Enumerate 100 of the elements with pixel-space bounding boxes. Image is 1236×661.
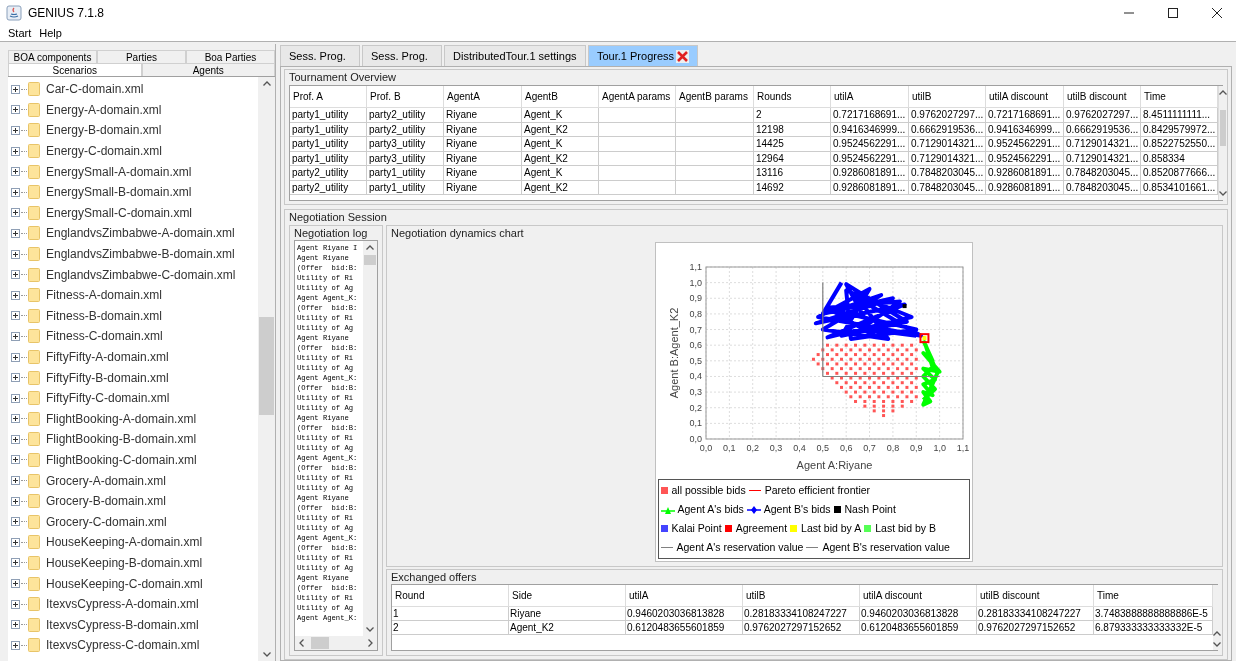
table-cell: party1_utility [367, 166, 444, 181]
y-axis-title: Agent B:Agent_K2 [667, 307, 680, 399]
table-cell: party1_utility [290, 108, 367, 123]
section-title: Negotiation dynamics chart [391, 226, 525, 240]
table-cell: 0.9524562291... [986, 137, 1064, 152]
table-cell: 0.6120483655601859 [860, 621, 977, 635]
table-cell: Agent_K2 [509, 621, 626, 635]
table-cell: party2_utility [290, 180, 367, 195]
table-cell: party1_utility [367, 180, 444, 195]
table-cell: 12964 [754, 151, 831, 166]
table-cell: 0.9762027297152652 [977, 621, 1094, 635]
table-cell: 0.9524562291... [986, 151, 1064, 166]
x-tick-label: 0,1 [722, 443, 736, 453]
x-tick-label: 0,3 [769, 443, 782, 453]
table-cell: party2_utility [367, 122, 444, 137]
legend-item: Agreement [724, 519, 788, 538]
table-cell: 0.6120483655601859 [626, 621, 743, 635]
x-tick-label: 0,7 [862, 443, 876, 453]
y-tick-label: 0,8 [689, 308, 702, 319]
table-cell: Riyane [509, 607, 626, 621]
table-cell: Riyane [444, 151, 522, 166]
legend-item: all possible bids [660, 481, 746, 500]
section-title: Negotiation log [294, 226, 369, 240]
table-cell: 2 [754, 108, 831, 123]
table-cell: 0.6662919536... [909, 122, 986, 137]
y-tick-label: 0,3 [689, 387, 702, 398]
x-tick-label: 0,8 [886, 443, 899, 453]
table-cell: 0.7129014321... [1064, 137, 1141, 152]
table-cell: party3_utility [367, 137, 444, 152]
x-tick-label: 0,6 [839, 443, 852, 453]
x-tick-label: 0,5 [816, 443, 829, 453]
x-tick-label: 1,1 [956, 443, 969, 453]
table-cell: 12198 [754, 122, 831, 137]
table-cell: Riyane [444, 180, 522, 195]
x-tick-label: 1,0 [932, 443, 946, 453]
table-cell: Riyane [444, 166, 522, 181]
table-cell: Riyane [444, 137, 522, 152]
table-cell: Agent_K [522, 137, 599, 152]
table-cell: 14692 [754, 180, 831, 195]
legend-item: Agent A's bids [660, 500, 744, 519]
table-cell: 0.9762027297... [1064, 108, 1141, 123]
section-title: Tournament Overview [289, 70, 397, 85]
table-cell: 0.9524562291... [831, 137, 909, 152]
table-cell: 0.7129014321... [909, 151, 986, 166]
window-title: GENIUS 7.1.8 [28, 5, 105, 22]
table-cell: 0.7129014321... [1064, 151, 1141, 166]
table-cell: Agent_K2 [522, 151, 599, 166]
table-cell: 14425 [754, 137, 831, 152]
table-cell: 0.7217168691... [831, 108, 909, 123]
y-tick-label: 0,7 [689, 324, 702, 335]
legend-item: Last bid by B [864, 519, 936, 538]
legend-item: Nash Point [833, 500, 896, 519]
x-axis-title: Agent A:Riyane [796, 459, 872, 471]
table-cell: 0.7848203045... [909, 180, 986, 195]
table-cell: 2 [392, 621, 509, 635]
x-tick-label: 0,9 [909, 443, 923, 453]
table-cell: party2_utility [290, 166, 367, 181]
table-cell: 0.9416346999... [986, 122, 1064, 137]
table-cell: 0.9286081891... [831, 180, 909, 195]
table-cell: party1_utility [290, 151, 367, 166]
table-cell: 13116 [754, 166, 831, 181]
table-cell: 0.7848203045... [909, 166, 986, 181]
table-cell: 1 [392, 607, 509, 621]
table-cell: 0.9416346999... [831, 122, 909, 137]
y-tick-label: 1,1 [689, 262, 702, 272]
table-cell: Agent_K2 [522, 180, 599, 195]
table-cell: Agent_K [522, 108, 599, 123]
legend-item: Agent B's bids [746, 500, 831, 519]
y-tick-label: 0,5 [689, 355, 702, 366]
table-cell: Agent_K [522, 166, 599, 181]
x-tick-label: 0,2 [745, 443, 759, 453]
y-tick-label: 0,6 [689, 340, 702, 351]
table-cell: 0.7217168691... [986, 108, 1064, 123]
table-cell: 0.28183334108247227 [977, 607, 1094, 621]
table-cell: 0.9762027297... [909, 108, 986, 123]
table-cell: 0.6662919536... [1064, 122, 1141, 137]
section-title: Negotiation Session [289, 210, 388, 225]
legend-item: Agent A's reservation value [660, 538, 804, 557]
table-cell: 0.28183334108247227 [743, 607, 860, 621]
y-tick-label: 0,9 [689, 293, 702, 304]
table-cell: 0.7848203045... [1064, 180, 1141, 195]
section-title: Exchanged offers [391, 570, 478, 584]
y-tick-label: 0,1 [689, 418, 702, 429]
table-cell: 0.9524562291... [831, 151, 909, 166]
table-cell: party1_utility [290, 122, 367, 137]
table-cell: 0.9286081891... [986, 180, 1064, 195]
table-cell: 0.9286081891... [986, 166, 1064, 181]
legend-item: Kalai Point [660, 519, 722, 538]
y-tick-label: 0,4 [689, 371, 702, 382]
table-cell: party3_utility [367, 151, 444, 166]
table-cell: 0.9762027297152652 [743, 621, 860, 635]
x-tick-label: 0,0 [699, 443, 712, 453]
x-tick-label: 0,4 [792, 443, 806, 453]
table-cell: 0.9460203036813828 [626, 607, 743, 621]
legend-item: Pareto efficient frontier [748, 481, 871, 500]
table-cell: Agent_K2 [522, 122, 599, 137]
table-cell: 0.9286081891... [831, 166, 909, 181]
y-tick-label: 1,0 [689, 277, 702, 288]
table-cell: Riyane [444, 122, 522, 137]
table-cell: 0.7129014321... [909, 137, 986, 152]
